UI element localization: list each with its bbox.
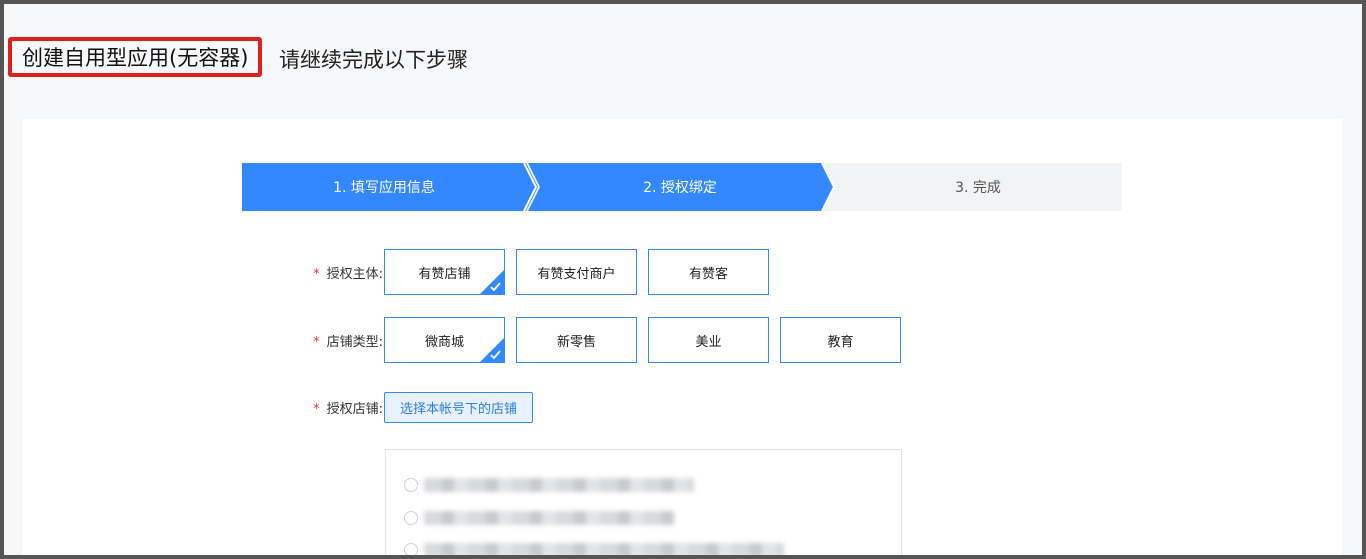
step-1: 1. 填写应用信息 (242, 163, 526, 211)
step-3-label: 3. 完成 (955, 180, 1001, 196)
shop-type-option-beauty[interactable]: 美业 (648, 317, 769, 363)
auth-subject-label: * 授权主体: (292, 263, 383, 282)
option-label: 教育 (827, 334, 854, 350)
shop-name-redacted (424, 543, 784, 555)
step-1-label: 1. 填写应用信息 (333, 180, 435, 196)
required-mark: * (313, 334, 320, 350)
step-progress: 1. 填写应用信息 2. 授权绑定 3. 完成 (242, 163, 1122, 211)
title-highlight-box: 创建自用型应用(无容器) (8, 37, 263, 77)
auth-subject-options: 有赞店铺 有赞支付商户 有赞客 (384, 249, 780, 295)
shop-list-item[interactable] (404, 543, 784, 555)
selected-check-icon (480, 338, 504, 362)
shop-type-label-text: 店铺类型: (326, 334, 383, 350)
shop-type-row: * 店铺类型: 微商城 新零售 美业 教育 (292, 317, 912, 363)
option-label: 有赞支付商户 (537, 266, 616, 282)
shop-radio[interactable] (404, 511, 418, 525)
shop-type-option-education[interactable]: 教育 (780, 317, 901, 363)
auth-subject-row: * 授权主体: 有赞店铺 有赞支付商户 有赞客 (292, 249, 780, 295)
shop-name-redacted (424, 478, 694, 492)
option-label: 新零售 (556, 334, 596, 350)
shop-list[interactable] (385, 449, 902, 555)
selected-check-icon (480, 270, 504, 294)
page: 创建自用型应用(无容器) 请继续完成以下步骤 1. 填写应用信息 2. 授权绑定… (4, 4, 1362, 555)
shop-list-item[interactable] (404, 511, 674, 525)
required-mark: * (313, 401, 320, 417)
option-label: 有赞客 (688, 266, 728, 282)
auth-shop-label: * 授权店铺: (292, 398, 383, 417)
content-card: 1. 填写应用信息 2. 授权绑定 3. 完成 * 授权主体: 有赞店铺 有赞支… (22, 119, 1342, 555)
auth-shop-label-text: 授权店铺: (326, 401, 383, 417)
page-title: 创建自用型应用(无容器) (22, 46, 249, 70)
page-header: 创建自用型应用(无容器) 请继续完成以下步骤 (4, 4, 1362, 114)
shop-type-options: 微商城 新零售 美业 教育 (384, 317, 912, 363)
select-shop-button[interactable]: 选择本帐号下的店铺 (384, 391, 534, 423)
shop-name-redacted (424, 511, 674, 525)
shop-radio[interactable] (404, 478, 418, 492)
option-label: 微商城 (424, 334, 464, 350)
auth-subject-label-text: 授权主体: (326, 266, 383, 282)
required-mark: * (313, 266, 320, 282)
option-label: 有赞店铺 (418, 266, 471, 282)
step-2-label: 2. 授权绑定 (643, 180, 717, 196)
step-2: 2. 授权绑定 (538, 163, 822, 211)
step-3: 3. 完成 (834, 163, 1122, 211)
shop-radio[interactable] (404, 543, 418, 555)
auth-subject-option-youzan-ke[interactable]: 有赞客 (648, 249, 769, 295)
shop-type-label: * 店铺类型: (292, 331, 383, 350)
shop-type-option-weishangcheng[interactable]: 微商城 (384, 317, 505, 363)
auth-subject-option-youzan-shop[interactable]: 有赞店铺 (384, 249, 505, 295)
shop-list-item[interactable] (404, 478, 694, 492)
auth-shop-row: * 授权店铺: 选择本帐号下的店铺 (292, 384, 534, 430)
option-label: 美业 (695, 334, 722, 350)
page-subtitle: 请继续完成以下步骤 (279, 48, 468, 72)
shop-type-option-new-retail[interactable]: 新零售 (516, 317, 637, 363)
auth-subject-option-payment-merchant[interactable]: 有赞支付商户 (516, 249, 637, 295)
